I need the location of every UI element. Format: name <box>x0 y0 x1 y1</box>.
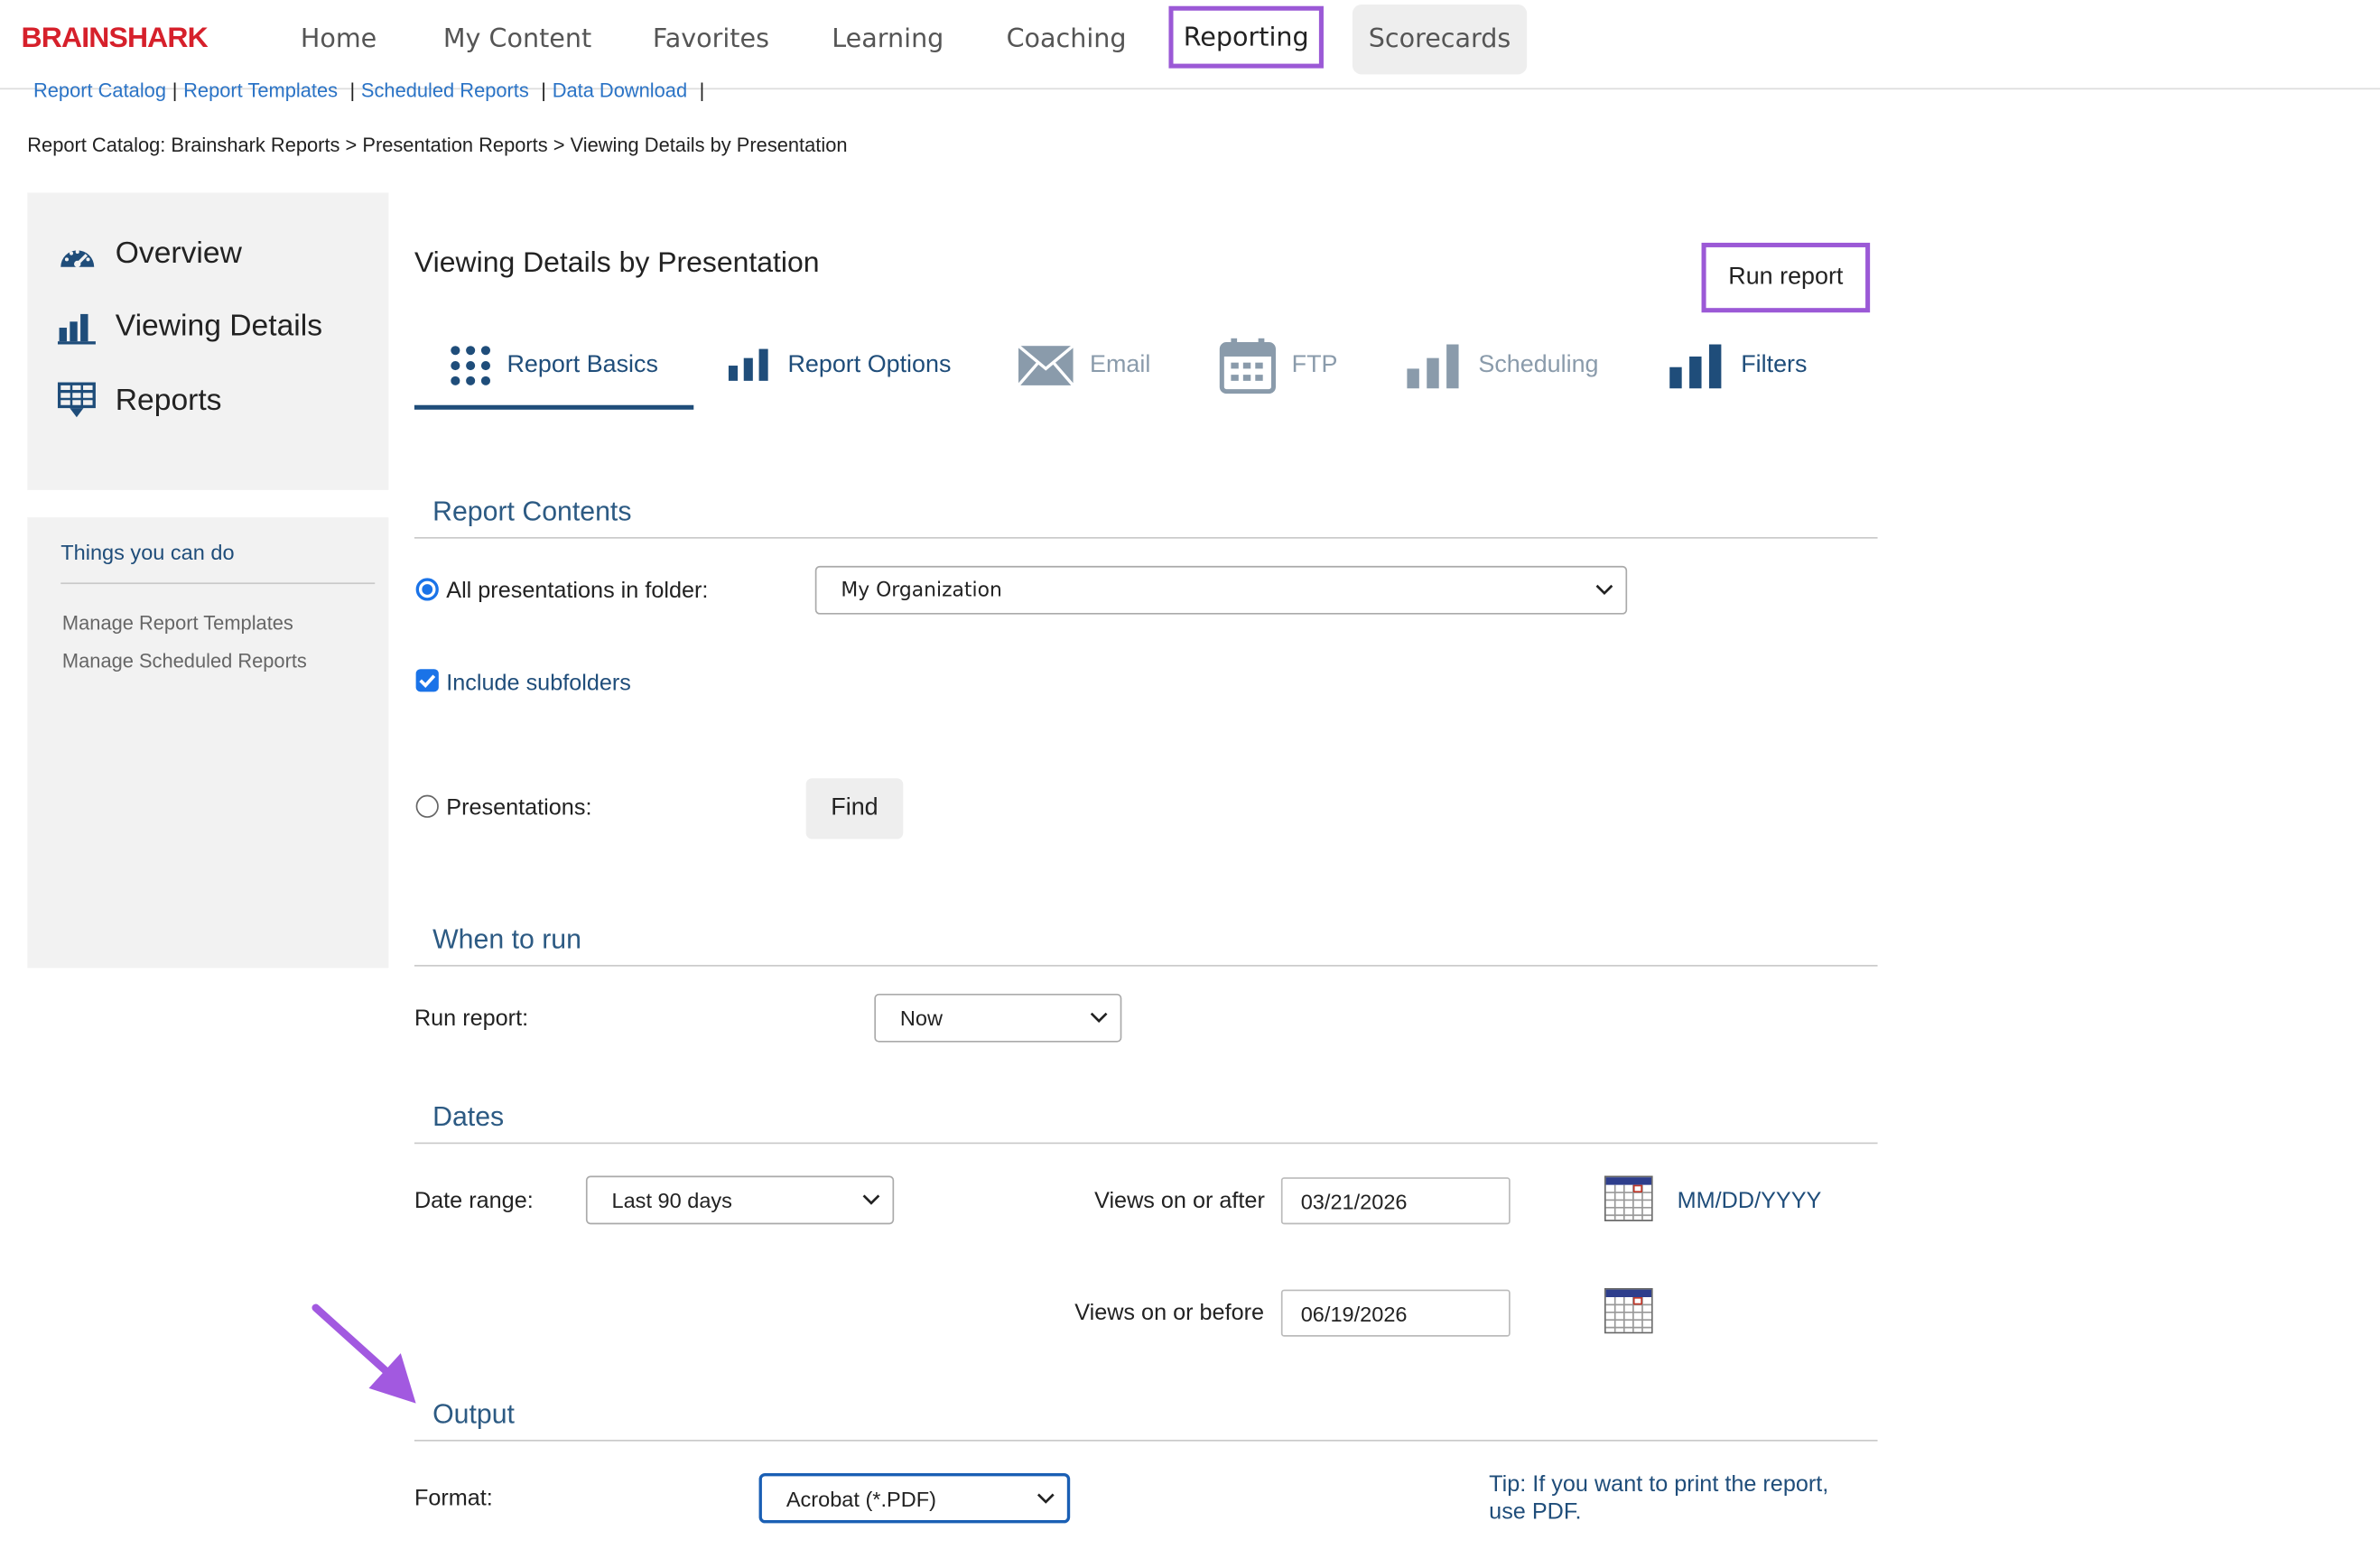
link-scheduled-reports[interactable]: Scheduled Reports <box>361 79 529 101</box>
sidebar: Overview Viewing Details Reports <box>27 192 389 490</box>
date-format-hint: MM/DD/YYYY <box>1677 1187 1822 1214</box>
divider <box>414 536 1878 539</box>
tab-label: FTP <box>1291 351 1338 378</box>
chevron-down-icon <box>862 1194 880 1205</box>
link-manage-scheduled-reports[interactable]: Manage Scheduled Reports <box>62 649 307 672</box>
views-after-input[interactable]: 03/21/2026 <box>1280 1177 1511 1225</box>
chevron-down-icon <box>1090 1012 1108 1024</box>
sidebar-item-reports[interactable]: Reports <box>57 382 222 419</box>
divider <box>414 1439 1878 1442</box>
format-select[interactable]: Acrobat (*.PDF) <box>758 1472 1071 1524</box>
link-report-templates[interactable]: Report Templates <box>183 79 338 101</box>
nav-favorites[interactable]: Favorites <box>653 24 769 55</box>
date-range-select-value: Last 90 days <box>611 1187 732 1212</box>
include-subfolders-checkbox[interactable] <box>415 669 439 692</box>
separator: | <box>349 79 356 102</box>
sidebar-item-viewing-details[interactable]: Viewing Details <box>57 309 323 345</box>
radio-dot <box>422 584 433 595</box>
envelope-icon <box>1017 344 1074 386</box>
link-manage-report-templates[interactable]: Manage Report Templates <box>62 611 293 634</box>
calendar-icon <box>1219 338 1276 394</box>
tab-ftp[interactable]: FTP <box>1219 337 1337 394</box>
folder-select[interactable]: My Organization <box>814 565 1628 615</box>
tab-scheduling[interactable]: Scheduling <box>1406 337 1599 394</box>
tab-email[interactable]: Email <box>1017 337 1150 394</box>
bar-chart-icon <box>57 313 96 344</box>
chevron-down-icon <box>1037 1493 1055 1504</box>
tab-report-options[interactable]: Report Options <box>727 337 951 394</box>
tab-label: Report Basics <box>507 351 658 378</box>
separator: | <box>699 79 705 102</box>
views-before-label: Views on or before <box>1074 1300 1265 1326</box>
views-after-label: Views on or after <box>1094 1187 1265 1214</box>
output-tip: Tip: If you want to print the report, us… <box>1489 1471 1829 1526</box>
all-presentations-radio[interactable] <box>415 578 439 601</box>
tab-label: Report Options <box>787 351 952 378</box>
annotation-arrow-icon <box>311 1303 416 1404</box>
top-nav: BRAINSHARK Home My Content Favorites Lea… <box>0 0 2380 90</box>
link-report-catalog[interactable]: Report Catalog <box>33 79 166 101</box>
presentations-radio[interactable] <box>415 794 439 818</box>
active-tab-indicator <box>414 404 694 410</box>
tab-label: Email <box>1090 351 1151 378</box>
divider <box>414 964 1878 967</box>
bar-chart-icon <box>1669 344 1722 389</box>
include-subfolders-label[interactable]: Include subfolders <box>446 671 631 697</box>
section-title-report-contents: Report Contents <box>432 496 632 527</box>
tab-report-basics[interactable]: Report Basics <box>450 337 658 394</box>
table-download-icon <box>57 382 96 418</box>
panel-title: Things you can do <box>60 540 235 565</box>
nav-my-content[interactable]: My Content <box>443 24 591 55</box>
breadcrumb: Report Catalog: Brainshark Reports > Pre… <box>27 133 848 157</box>
folder-select-value: My Organization <box>841 579 1002 602</box>
brand-logo[interactable]: BRAINSHARK <box>22 23 209 56</box>
sidebar-item-label: Reports <box>115 383 222 417</box>
things-you-can-do-panel: Things you can do Manage Report Template… <box>27 517 389 969</box>
format-label: Format: <box>414 1485 493 1511</box>
dots-grid-icon <box>451 346 491 385</box>
run-report-select-value: Now <box>899 1006 944 1031</box>
sidebar-item-label: Viewing Details <box>115 309 323 343</box>
nav-home[interactable]: Home <box>301 24 377 55</box>
sidebar-item-label: Overview <box>115 237 242 271</box>
page-title: Viewing Details by Presentation <box>414 246 820 280</box>
nav-learning[interactable]: Learning <box>832 24 944 55</box>
calendar-picker-icon[interactable] <box>1604 1287 1653 1334</box>
views-before-input[interactable]: 06/19/2026 <box>1280 1289 1511 1337</box>
sidebar-item-overview[interactable]: Overview <box>58 237 242 272</box>
tab-label: Scheduling <box>1478 351 1599 378</box>
format-select-value: Acrobat (*.PDF) <box>786 1486 936 1511</box>
all-presentations-label: All presentations in folder: <box>446 578 709 604</box>
date-range-select[interactable]: Last 90 days <box>585 1175 895 1225</box>
checkmark-icon <box>419 674 436 689</box>
section-title-when-to-run: When to run <box>432 923 581 955</box>
presentations-label: Presentations: <box>446 794 592 821</box>
run-report-button[interactable]: Run report <box>1701 242 1871 313</box>
date-range-label: Date range: <box>414 1187 534 1214</box>
run-report-select[interactable]: Now <box>874 993 1122 1043</box>
gauge-icon <box>60 249 95 267</box>
bar-chart-icon <box>728 348 768 381</box>
section-title-output: Output <box>432 1398 515 1430</box>
divider <box>60 582 376 585</box>
nav-coaching[interactable]: Coaching <box>1007 24 1127 55</box>
chevron-down-icon <box>1595 584 1613 596</box>
run-report-label: Run report: <box>414 1006 529 1032</box>
nav-scorecards[interactable]: Scorecards <box>1352 5 1528 75</box>
link-data-download[interactable]: Data Download <box>553 79 687 101</box>
calendar-picker-icon[interactable] <box>1604 1175 1653 1221</box>
separator: | <box>541 79 546 102</box>
section-title-dates: Dates <box>432 1101 505 1132</box>
tab-filters[interactable]: Filters <box>1669 337 1808 394</box>
tab-label: Filters <box>1741 351 1808 378</box>
nav-reporting[interactable]: Reporting <box>1168 5 1324 69</box>
sub-nav-links: Report Catalog | Report Templates | Schedule… <box>27 79 711 101</box>
find-button[interactable]: Find <box>805 778 904 839</box>
divider <box>414 1142 1878 1145</box>
bar-chart-icon <box>1407 344 1459 389</box>
separator: | <box>172 79 178 102</box>
